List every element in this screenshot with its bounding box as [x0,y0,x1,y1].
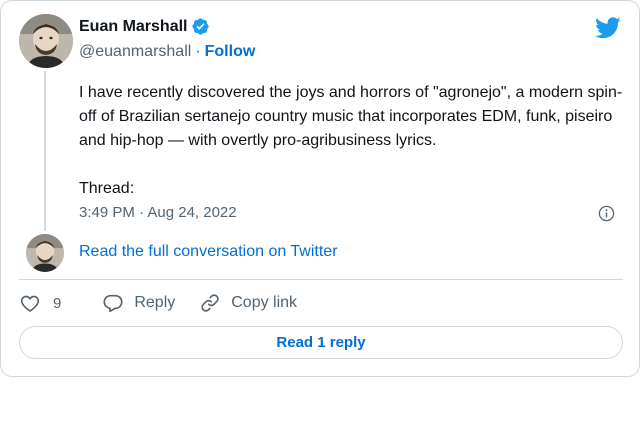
read-full-conversation-link[interactable]: Read the full conversation on Twitter [79,243,338,261]
author-avatar[interactable] [19,14,73,68]
author-name-row[interactable]: Euan Marshall [79,17,210,36]
avatar-image-small [26,234,64,272]
author-name[interactable]: Euan Marshall [79,18,187,36]
read-replies-button[interactable]: Read 1 reply [19,326,623,359]
tweet-timestamp[interactable]: 3:49 PM · Aug 24, 2022 [79,204,237,221]
info-icon[interactable] [598,205,615,222]
copy-link-label: Copy link [231,294,298,311]
tweet-text-thread-label: Thread: [79,180,135,197]
separator-dot: · [195,43,201,60]
like-button[interactable]: 9 [19,292,61,314]
thread-connector-line [44,71,46,231]
conversation-avatar[interactable] [26,234,64,272]
twitter-bird-icon[interactable] [595,17,621,39]
avatar-image [19,14,73,68]
tweet-actions-bar: 9 Reply Copy link [19,289,297,317]
link-icon [201,294,219,312]
tweet-text-paragraph: I have recently discovered the joys and … [79,84,623,149]
like-count: 9 [53,294,62,312]
copy-link-button[interactable]: Copy link [199,292,297,314]
reply-button[interactable]: Reply [102,292,175,314]
author-handle[interactable]: @euanmarshall [79,43,191,60]
author-handle-row: @euanmarshall · Follow [79,43,255,61]
speech-bubble-icon [103,294,123,313]
read-replies-label: Read 1 reply [276,334,366,351]
divider [19,279,623,280]
heart-icon [20,295,40,312]
verified-badge-icon [192,18,210,35]
follow-link[interactable]: Follow [205,43,256,60]
reply-label: Reply [134,294,176,311]
tweet-body: I have recently discovered the joys and … [79,81,627,201]
tweet-embed-card: Euan Marshall @euanmarshall · Follow I hav… [0,0,640,377]
